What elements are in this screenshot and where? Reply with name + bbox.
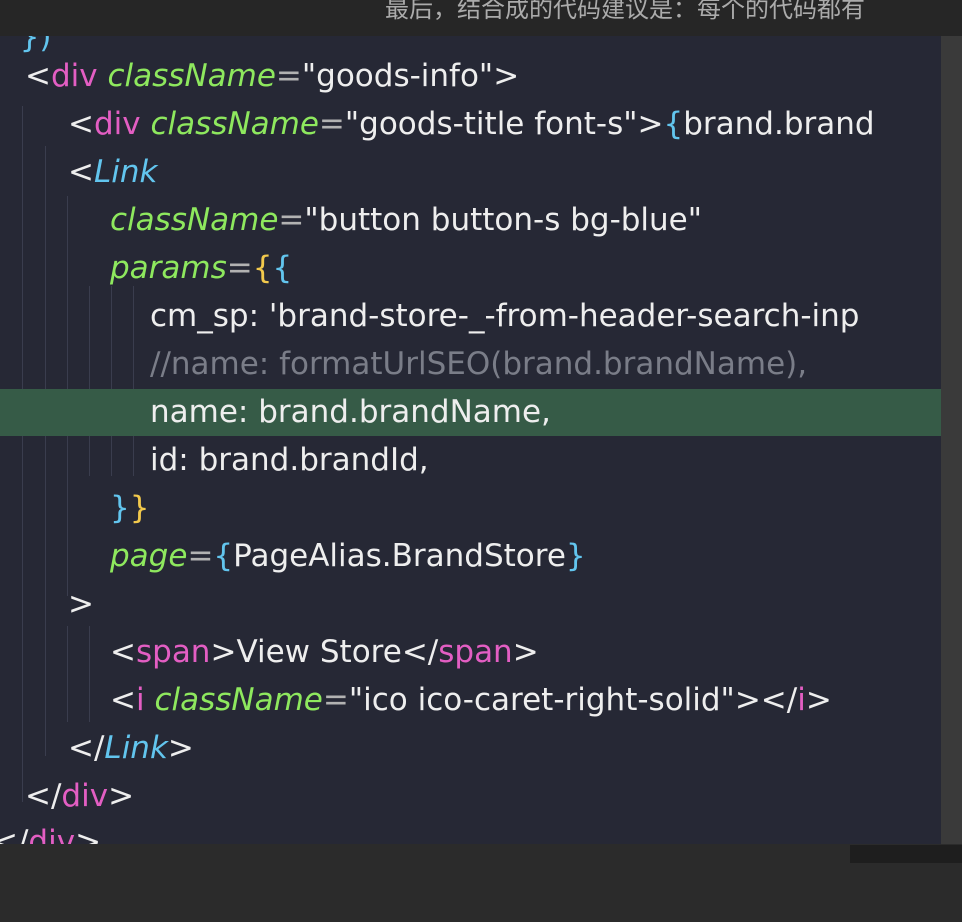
background-bottom-area — [0, 844, 962, 922]
string-literal: "goods-title font-s" — [344, 106, 638, 142]
code-text: name: brand.brandName, — [150, 394, 551, 430]
code-text: page={PageAlias.BrandStore} — [110, 538, 586, 574]
code-text: params={{ — [110, 250, 293, 286]
background-window-shadow — [850, 845, 962, 863]
jsx-tag-name: div — [28, 824, 76, 844]
jsx-tag-name: i — [135, 682, 145, 718]
jsx-attribute: className — [110, 202, 279, 238]
code-line[interactable]: <div className="goods-info"> — [0, 53, 941, 100]
code-text: <Link — [68, 154, 158, 190]
code-text: > — [68, 586, 94, 622]
code-text: <i className="ico ico-caret-right-solid"… — [110, 682, 832, 718]
code-line[interactable]: <i className="ico ico-caret-right-solid"… — [0, 677, 941, 724]
jsx-tag-name: div — [93, 106, 141, 142]
background-window-strip: 最后，结合成的代码建议是：每个的代码都有 — [0, 0, 962, 36]
jsx-component-name: Link — [93, 154, 158, 190]
object-key: id — [150, 442, 179, 478]
jsx-tag-name: div — [50, 58, 98, 94]
code-line[interactable]: <span>View Store</span> — [0, 629, 941, 676]
code-line[interactable]: params={{ — [0, 245, 941, 292]
jsx-tag-name: i — [797, 682, 806, 718]
code-comment: //name: formatUrlSEO(brand.brandName), — [150, 346, 808, 382]
code-line[interactable]: className="button button-s bg-blue" — [0, 197, 941, 244]
object-key: name — [150, 394, 238, 430]
jsx-text: View Store — [236, 634, 402, 670]
code-line[interactable]: //name: formatUrlSEO(brand.brandName), — [0, 341, 941, 388]
code-text: <span>View Store</span> — [110, 634, 539, 670]
code-line[interactable]: </div> — [0, 819, 941, 844]
jsx-expression: brand.brand — [683, 106, 875, 142]
background-document-text: 最后，结合成的代码建议是：每个的代码都有 — [385, 0, 865, 23]
code-line[interactable]: <div className="goods-title font-s">{bra… — [0, 101, 941, 148]
string-literal: "goods-info" — [301, 58, 494, 94]
code-line[interactable]: </Link> — [0, 725, 941, 772]
code-line[interactable]: id: brand.brandId, — [0, 437, 941, 484]
string-literal: "button button-s bg-blue" — [304, 202, 703, 238]
code-text: </div> — [25, 778, 135, 814]
jsx-attribute: className — [150, 106, 319, 142]
code-line[interactable]: cm_sp: 'brand-store-_-from-header-search… — [0, 293, 941, 340]
code-text: <div className="goods-title font-s">{bra… — [68, 106, 875, 142]
code-line[interactable]: <Link — [0, 149, 941, 196]
jsx-attribute: page — [110, 538, 188, 574]
code-text: </div> — [0, 819, 101, 844]
background-window-edge — [941, 36, 962, 844]
object-value: brand.brandId, — [198, 442, 429, 478]
jsx-attribute: className — [107, 58, 276, 94]
code-line[interactable]: > — [0, 581, 941, 628]
string-literal: 'brand-store-_-from-header-search-inp — [268, 298, 860, 334]
object-key: cm_sp — [150, 298, 249, 334]
jsx-attribute: params — [110, 250, 227, 286]
code-text: <div className="goods-info"> — [25, 58, 520, 94]
code-text: </Link> — [68, 730, 194, 766]
object-value: brand.brandName, — [258, 394, 551, 430]
jsx-attribute: className — [154, 682, 323, 718]
code-text: id: brand.brandId, — [150, 442, 429, 478]
code-text: cm_sp: 'brand-store-_-from-header-search… — [150, 298, 860, 334]
jsx-tag-name: div — [61, 778, 109, 814]
string-literal: "ico ico-caret-right-solid" — [348, 682, 735, 718]
code-text: }} — [110, 490, 150, 526]
code-line-highlighted[interactable]: name: brand.brandName, — [0, 389, 941, 436]
jsx-tag-name: span — [135, 634, 211, 670]
jsx-tag-name: span — [438, 634, 513, 670]
jsx-component-name: Link — [104, 730, 168, 766]
code-text: className="button button-s bg-blue" — [110, 202, 703, 238]
code-line[interactable]: page={PageAlias.BrandStore} — [0, 533, 941, 580]
code-line[interactable]: }} — [0, 485, 941, 532]
code-editor[interactable]: }) <div className="goods-info"> <div cla… — [0, 36, 941, 844]
jsx-expression: PageAlias.BrandStore — [233, 538, 566, 574]
code-line[interactable]: </div> — [0, 773, 941, 820]
